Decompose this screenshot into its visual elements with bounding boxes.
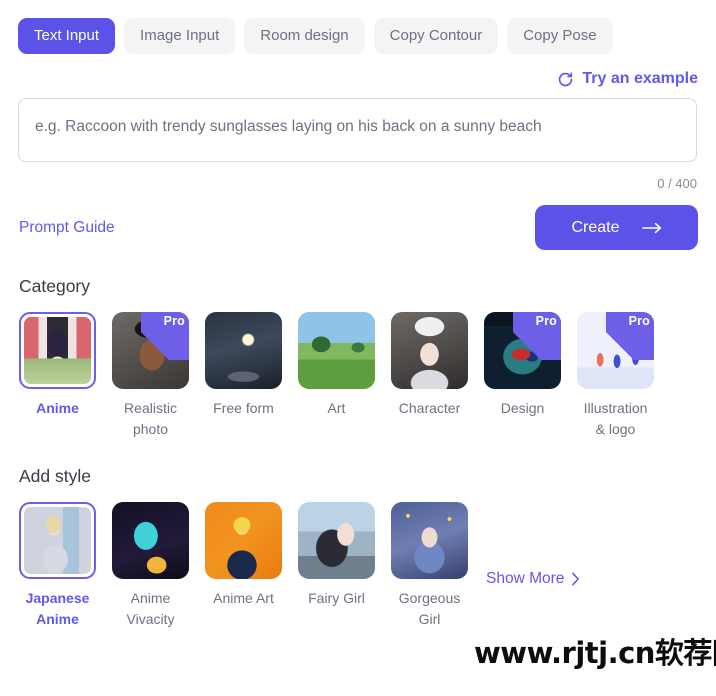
realistic-photo-thumbnail: Pro xyxy=(112,312,189,389)
watermark: www.rjtj.cn软荐网 xyxy=(474,636,716,670)
style-item-label: Anime Vivacity xyxy=(126,590,175,627)
tab-bar: Text Input Image Input Room design Copy … xyxy=(0,0,716,54)
anime-vivacity-thumbnail xyxy=(112,502,189,579)
character-counter: 0 / 400 xyxy=(657,176,697,191)
japanese-anime-thumbnail xyxy=(24,507,91,574)
design-thumbnail: Pro xyxy=(484,312,561,389)
category-item-label: Realistic photo xyxy=(124,400,177,437)
create-button-label: Create xyxy=(571,218,620,236)
style-item-label: Fairy Girl xyxy=(308,590,365,606)
category-item-label: Design xyxy=(500,400,545,416)
style-grid: Japanese Anime Anime Vivacity Anime Art … xyxy=(0,487,716,630)
create-button[interactable]: Create xyxy=(535,205,698,250)
pro-badge-label: Pro xyxy=(535,314,557,328)
category-item-design[interactable]: Pro Design xyxy=(484,312,561,419)
action-row: Prompt Guide Create xyxy=(0,191,716,250)
style-section-title: Add style xyxy=(19,466,91,486)
prompt-input[interactable] xyxy=(18,98,697,162)
try-example-row: Try an example xyxy=(0,54,716,88)
thumbnail-frame xyxy=(391,502,468,579)
style-item-fairy-girl[interactable]: Fairy Girl xyxy=(298,502,375,609)
category-item-realistic-photo[interactable]: Pro Realistic photo xyxy=(112,312,189,440)
show-more-label: Show More xyxy=(486,570,565,587)
category-item-label: Anime xyxy=(36,400,79,416)
tab-label: Image Input xyxy=(140,27,220,44)
category-section-title: Category xyxy=(19,276,91,296)
tab-label: Room design xyxy=(260,27,349,44)
free-form-thumbnail xyxy=(205,312,282,389)
thumbnail-frame: Pro xyxy=(577,312,654,389)
pro-badge: Pro xyxy=(141,312,189,360)
pro-badge-label: Pro xyxy=(628,314,650,328)
gorgeous-girl-thumbnail xyxy=(391,502,468,579)
thumbnail-frame xyxy=(298,502,375,579)
category-item-label: Illustration & logo xyxy=(583,400,648,437)
tab-room-design[interactable]: Room design xyxy=(244,18,365,54)
category-item-anime[interactable]: Anime xyxy=(19,312,96,419)
character-thumbnail xyxy=(391,312,468,389)
category-grid: Anime Pro Realistic photo Free form Art … xyxy=(0,297,716,440)
style-item-label: Anime Art xyxy=(213,590,274,606)
show-more-button[interactable]: Show More xyxy=(486,570,580,588)
tab-copy-contour[interactable]: Copy Contour xyxy=(373,18,499,54)
category-item-label: Free form xyxy=(213,400,274,416)
style-item-label: Japanese Anime xyxy=(25,590,90,627)
tab-text-input[interactable]: Text Input xyxy=(18,18,116,54)
tab-copy-pose[interactable]: Copy Pose xyxy=(507,18,613,54)
thumbnail-frame xyxy=(205,502,282,579)
thumbnail-frame xyxy=(19,502,96,579)
pro-badge-label: Pro xyxy=(163,314,185,328)
thumbnail-frame xyxy=(298,312,375,389)
category-item-label: Character xyxy=(398,400,461,416)
tab-label: Text Input xyxy=(34,27,100,44)
art-thumbnail xyxy=(298,312,375,389)
try-an-example-label: Try an example xyxy=(582,70,698,87)
illustration-logo-thumbnail: Pro xyxy=(577,312,654,389)
category-item-character[interactable]: Character xyxy=(391,312,468,419)
tab-label: Copy Pose xyxy=(523,27,597,44)
tab-label: Copy Contour xyxy=(389,27,483,44)
thumbnail-frame xyxy=(391,312,468,389)
pro-badge: Pro xyxy=(606,312,654,360)
style-item-label: Gorgeous Girl xyxy=(398,590,461,627)
style-item-japanese-anime[interactable]: Japanese Anime xyxy=(19,502,96,630)
pro-badge: Pro xyxy=(513,312,561,360)
anime-thumbnail xyxy=(24,317,91,384)
tab-image-input[interactable]: Image Input xyxy=(124,18,236,54)
prompt-guide-link[interactable]: Prompt Guide xyxy=(19,219,115,237)
fairy-girl-thumbnail xyxy=(298,502,375,579)
thumbnail-frame xyxy=(19,312,96,389)
category-item-label: Art xyxy=(327,400,346,416)
anime-art-thumbnail xyxy=(205,502,282,579)
style-item-anime-art[interactable]: Anime Art xyxy=(205,502,282,609)
prompt-section xyxy=(0,88,716,167)
chevron-right-icon xyxy=(571,572,580,586)
thumbnail-frame: Pro xyxy=(484,312,561,389)
thumbnail-frame: Pro xyxy=(112,312,189,389)
category-item-illustration-logo[interactable]: Pro Illustration & logo xyxy=(577,312,654,440)
style-item-anime-vivacity[interactable]: Anime Vivacity xyxy=(112,502,189,630)
category-item-art[interactable]: Art xyxy=(298,312,375,419)
thumbnail-frame xyxy=(112,502,189,579)
refresh-icon xyxy=(557,71,574,88)
arrow-right-icon xyxy=(641,222,662,234)
category-item-free-form[interactable]: Free form xyxy=(205,312,282,419)
thumbnail-frame xyxy=(205,312,282,389)
try-an-example-button[interactable]: Try an example xyxy=(557,70,698,88)
style-item-gorgeous-girl[interactable]: Gorgeous Girl xyxy=(391,502,468,630)
